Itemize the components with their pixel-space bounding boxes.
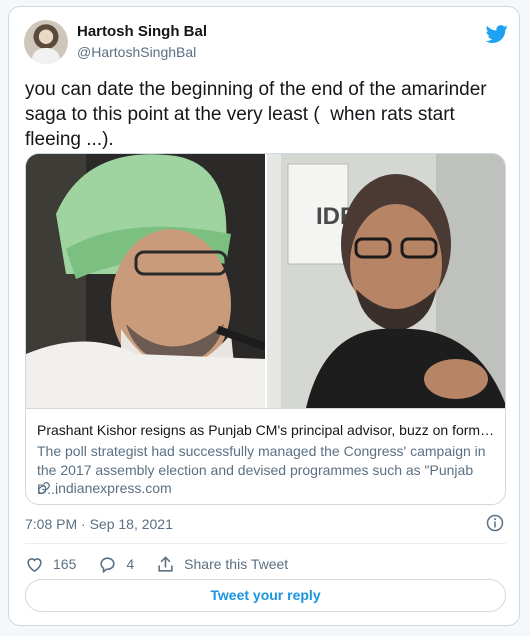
author-avatar[interactable] — [24, 20, 68, 64]
tweet-text: you can date the beginning of the end of… — [25, 79, 492, 150]
share-label: Share this Tweet — [184, 556, 289, 572]
author-handle[interactable]: @HartoshSinghBal — [77, 44, 196, 60]
link-domain[interactable]: indianexpress.com — [37, 480, 172, 496]
article-photo[interactable]: IDE — [26, 154, 506, 408]
author-name[interactable]: Hartosh Singh Bal — [77, 23, 207, 40]
link-icon — [38, 482, 50, 494]
tweet-card: Hartosh Singh Bal @HartoshSinghBal you c… — [8, 6, 520, 626]
tweet-timestamp[interactable]: 7:08 PM · Sep 18, 2021 — [25, 516, 173, 532]
heart-icon — [27, 557, 42, 572]
reply-count: 4 — [126, 556, 135, 572]
like-action[interactable]: 165 — [25, 555, 76, 574]
info-icon[interactable] — [486, 514, 504, 532]
like-count: 165 — [53, 556, 77, 572]
reply-action[interactable]: 4 — [98, 555, 134, 574]
twitter-bird-icon[interactable] — [484, 23, 510, 45]
tweet-actions: 165 4 Share this Tweet — [25, 552, 310, 576]
link-title[interactable]: Prashant Kishor resigns as Punjab CM's p… — [37, 422, 497, 438]
tweet-your-reply-button[interactable]: Tweet your reply — [25, 579, 506, 612]
link-domain-text: indianexpress.com — [55, 480, 172, 496]
comment-icon — [100, 556, 115, 573]
link-preview-card[interactable]: IDE Prashant Kishor resigns as Punjab CM… — [25, 153, 506, 505]
divider — [25, 543, 506, 544]
share-action[interactable]: Share this Tweet — [156, 555, 288, 574]
share-icon — [158, 555, 173, 572]
link-meta: Prashant Kishor resigns as Punjab CM's p… — [26, 408, 505, 504]
